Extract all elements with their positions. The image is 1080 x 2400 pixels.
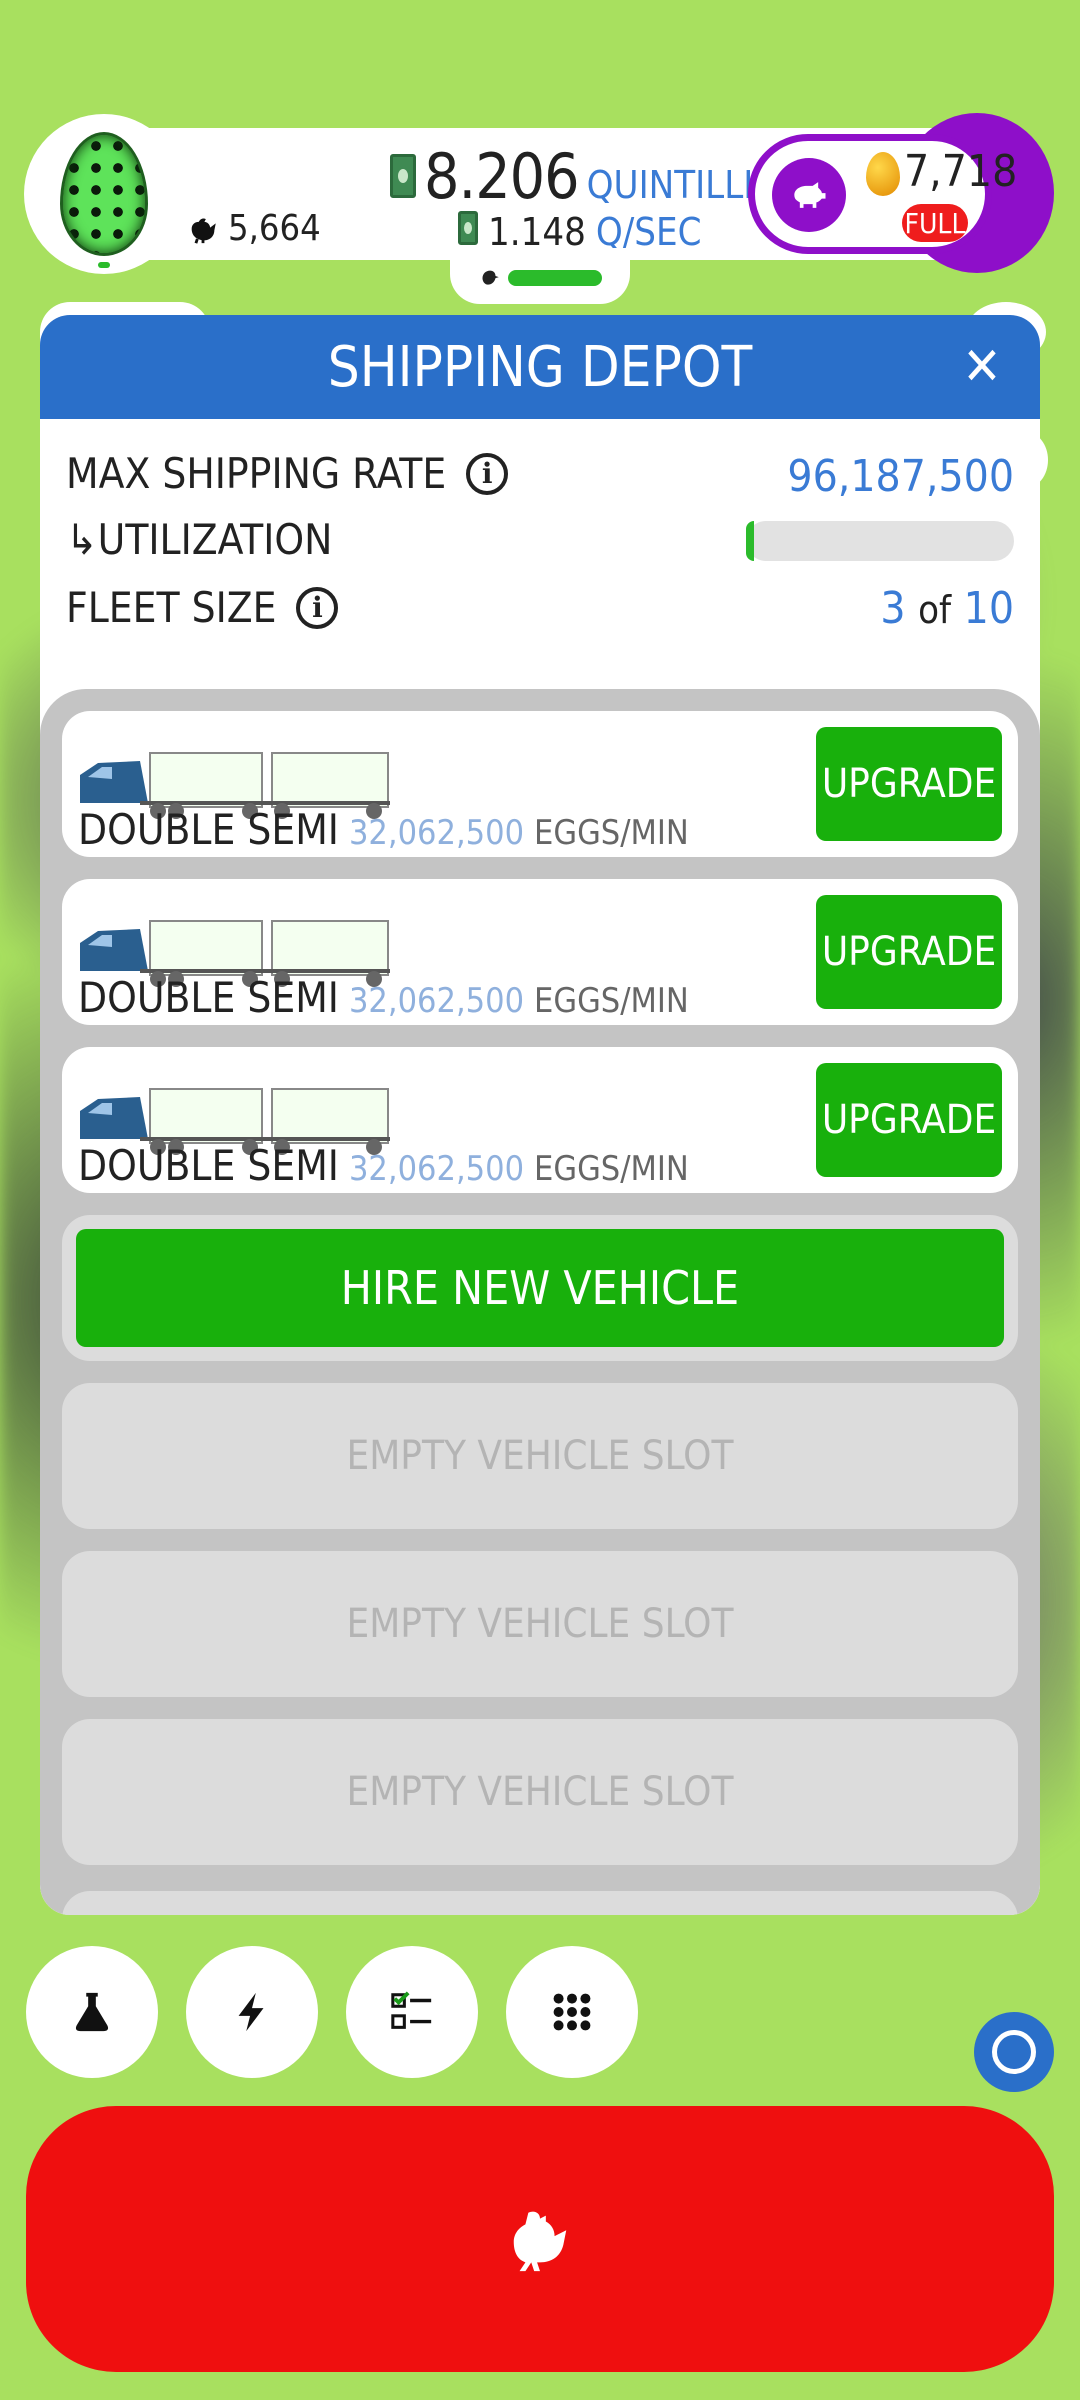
- vehicle-name: DOUBLE SEMI: [78, 1141, 339, 1190]
- fleet-size-label: FLEET SIZE i: [66, 583, 339, 632]
- vehicle-name: DOUBLE SEMI: [78, 973, 339, 1022]
- fusion-egg-icon: [60, 132, 148, 256]
- cash-value: 8.206: [424, 140, 580, 213]
- vehicle-unit: EGGS/MIN: [534, 1149, 689, 1189]
- menu-button[interactable]: [506, 1946, 638, 2078]
- vehicle-info: DOUBLE SEMI 32,062,500 EGGS/MIN: [78, 973, 689, 1022]
- vehicle-card: DOUBLE SEMI 32,062,500 EGGS/MIN UPGRADE: [62, 1047, 1018, 1193]
- hire-vehicle-slot: HIRE NEW VEHICLE: [62, 1215, 1018, 1361]
- max-shipping-rate-label: MAX SHIPPING RATE i: [66, 449, 509, 498]
- vehicle-unit: EGGS/MIN: [534, 981, 689, 1021]
- vehicle-card: DOUBLE SEMI 32,062,500 EGGS/MIN UPGRADE: [62, 711, 1018, 857]
- fleet-current: 3: [880, 583, 906, 634]
- utilization-bar-fill: [746, 521, 755, 561]
- chicken-icon: [513, 2211, 567, 2272]
- vehicle-info: DOUBLE SEMI 32,062,500 EGGS/MIN: [78, 805, 689, 854]
- info-icon[interactable]: i: [296, 586, 339, 629]
- piggy-full-badge: FULL: [902, 204, 968, 242]
- vehicle-rate: 32,062,500: [348, 1149, 525, 1189]
- chicken-count: 5,664: [186, 208, 321, 249]
- cash-icon: [390, 154, 416, 198]
- chick-icon: [482, 270, 499, 285]
- grid-icon: [553, 1993, 591, 2031]
- vehicle-name: DOUBLE SEMI: [78, 805, 339, 854]
- missions-button[interactable]: [346, 1946, 478, 2078]
- dialog-header: SHIPPING DEPOT ✕: [40, 315, 1040, 419]
- golden-egg-count: 7,718: [904, 146, 1018, 197]
- progress-bar-fill: [508, 270, 602, 286]
- cash-display: 8.206 QUINTILLION: [390, 140, 806, 213]
- utilization-text: ↳UTILIZATION: [66, 515, 333, 564]
- dialog-title: SHIPPING DEPOT: [327, 334, 753, 400]
- vehicle-unit: EGGS/MIN: [534, 813, 689, 853]
- hatch-chicken-button[interactable]: [26, 2106, 1054, 2372]
- chicken-icon: [191, 218, 216, 244]
- empty-vehicle-slot: EMPTY VEHICLE SLOT: [62, 1719, 1018, 1865]
- vehicle-info: DOUBLE SEMI 32,062,500 EGGS/MIN: [78, 1141, 689, 1190]
- boosts-button[interactable]: [186, 1946, 318, 2078]
- utilization-bar: [746, 521, 1014, 561]
- upgrade-button[interactable]: UPGRADE: [816, 727, 1002, 841]
- fleet-size-value: 3 of 10: [880, 583, 1014, 634]
- max-shipping-rate-value: 96,187,500: [787, 451, 1014, 502]
- flask-icon: [75, 1992, 109, 2032]
- research-button[interactable]: [26, 1946, 158, 2078]
- upgrade-button[interactable]: UPGRADE: [816, 1063, 1002, 1177]
- hire-new-vehicle-button[interactable]: HIRE NEW VEHICLE: [76, 1229, 1004, 1347]
- chicken-count-value: 5,664: [228, 208, 321, 249]
- upgrade-button[interactable]: UPGRADE: [816, 895, 1002, 1009]
- fleet-max: 10: [963, 583, 1014, 634]
- ring-icon: [992, 2030, 1036, 2074]
- empty-vehicle-slot: EMPTY VEHICLE SLOT: [62, 1383, 1018, 1529]
- camera-toggle-button[interactable]: [974, 2012, 1054, 2092]
- egg-indicator-dot: [98, 262, 110, 268]
- fleet-of-text: of: [918, 588, 952, 632]
- close-button[interactable]: ✕: [958, 341, 1006, 393]
- egg-type-button[interactable]: [24, 114, 184, 274]
- empty-vehicle-slot: EMPTY VEHICLE SLOT: [62, 1551, 1018, 1697]
- shipping-depot-dialog: SHIPPING DEPOT ✕ MAX SHIPPING RATE i 96,…: [40, 315, 1040, 1915]
- utilization-label: ↳UTILIZATION: [66, 515, 332, 564]
- vehicle-rate: 32,062,500: [348, 981, 525, 1021]
- lightning-icon: [238, 1992, 264, 2032]
- max-shipping-rate-text: MAX SHIPPING RATE: [66, 449, 447, 498]
- cash-rate-icon: [458, 211, 478, 245]
- fleet-list: DOUBLE SEMI 32,062,500 EGGS/MIN UPGRADE …: [40, 689, 1040, 1915]
- vehicle-rate: 32,062,500: [348, 813, 525, 853]
- info-icon[interactable]: i: [466, 452, 509, 495]
- golden-egg-icon: [866, 152, 900, 196]
- fleet-size-text: FLEET SIZE: [66, 583, 277, 632]
- empty-vehicle-slot-partial: [62, 1891, 1018, 1915]
- piggy-icon: [794, 182, 826, 208]
- vehicle-card: DOUBLE SEMI 32,062,500 EGGS/MIN UPGRADE: [62, 879, 1018, 1025]
- checklist-icon: [391, 1991, 432, 2029]
- piggy-bank-button[interactable]: [772, 158, 846, 232]
